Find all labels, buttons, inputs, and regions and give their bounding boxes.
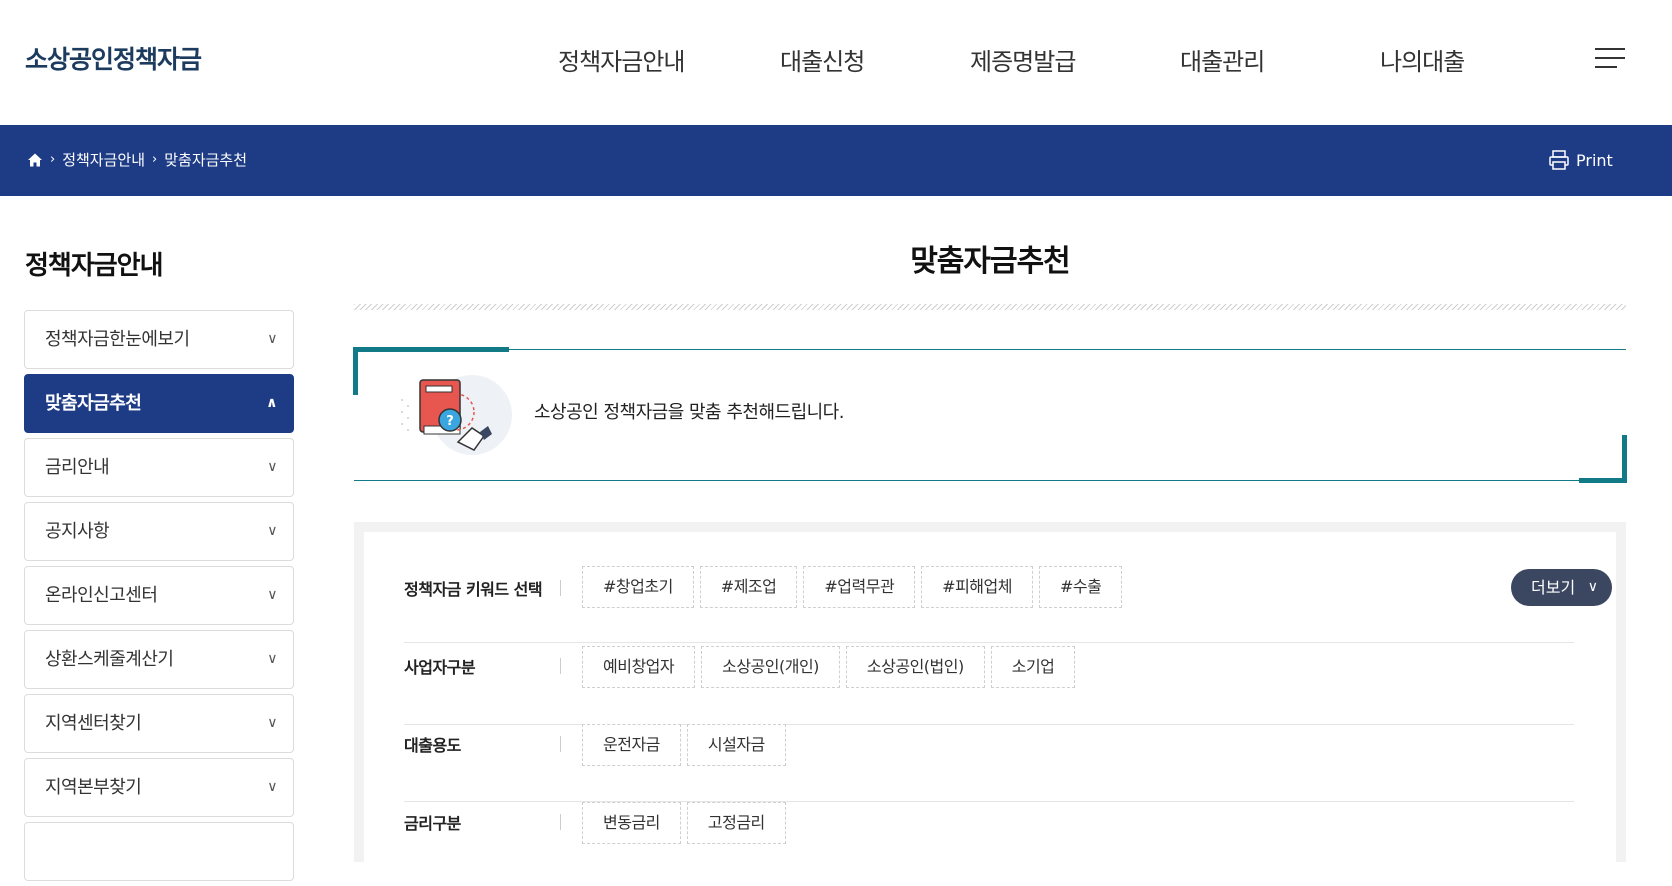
chevron-down-icon: ∨ (267, 779, 277, 795)
option-chip[interactable]: 고정금리 (686, 802, 786, 844)
chevron-down-icon: ∨ (267, 587, 277, 603)
option-chip[interactable]: 예비창업자 (582, 646, 696, 688)
title-divider (354, 304, 1626, 310)
chevron-right-icon: › (152, 152, 158, 167)
sidebar-item-repayment-calc[interactable]: 상환스케줄계산기 ∨ (24, 630, 294, 689)
page-title: 맞춤자금추천 (910, 244, 1071, 279)
chip-group: 예비창업자 소상공인(개인) 소상공인(법인) 소기업 (582, 646, 1081, 688)
sidebar-item-recommend[interactable]: 맞춤자금추천 ∧ (24, 374, 294, 433)
chip-group: 변동금리 고정금리 (582, 802, 792, 844)
chevron-right-icon: › (50, 152, 56, 167)
option-chip[interactable]: 시설자금 (686, 724, 786, 766)
sidebar-item-label: 맞춤자금추천 (45, 393, 142, 414)
nav-item-loan-manage[interactable]: 대출관리 (1180, 42, 1265, 77)
option-chip[interactable]: 운전자금 (582, 724, 681, 766)
chevron-down-icon: ∨ (1587, 579, 1598, 595)
chevron-down-icon: ∨ (267, 523, 277, 539)
sidebar-item-label: 지역센터찾기 (45, 713, 142, 734)
printer-icon (1549, 150, 1569, 170)
intro-text: 소상공인 정책자금을 맞춤 추천해드립니다. (534, 402, 844, 423)
filter-row-keywords: 정책자금 키워드 선택 #창업초기 #제조업 #업력무관 #피해업체 #수출 더… (404, 566, 1612, 643)
intro-box: ? 소상공인 정책자금을 맞춤 추천해드립니다. (353, 347, 1627, 483)
keyword-chip[interactable]: #수출 (1038, 566, 1123, 608)
keyword-chip[interactable]: #창업초기 (582, 566, 694, 608)
sidebar-item-label: 금리안내 (45, 457, 110, 478)
option-chip[interactable]: 소기업 (990, 646, 1076, 688)
chevron-down-icon: ∨ (267, 715, 277, 731)
filter-label: 금리구분 (404, 814, 461, 833)
chevron-down-icon: ∨ (267, 459, 277, 475)
sidebar-item-label: 지역본부찾기 (45, 777, 142, 798)
sidebar-item-report-center[interactable]: 온라인신고센터 ∨ (24, 566, 294, 625)
breadcrumb-item-policy-guide[interactable]: 정책자금안내 (62, 149, 145, 170)
option-chip[interactable]: 소상공인(법인) (845, 646, 985, 688)
nav-item-certificates[interactable]: 제증명발급 (970, 42, 1076, 77)
site-header: 소상공인정책자금 정책자금안내 대출신청 제증명발급 대출관리 나의대출 (0, 0, 1672, 125)
nav-item-my-loan[interactable]: 나의대출 (1380, 42, 1465, 77)
sidebar-item-label: 공지사항 (45, 521, 110, 542)
sidebar-item-label: 정책자금한눈에보기 (45, 329, 190, 350)
chip-group: #창업초기 #제조업 #업력무관 #피해업체 #수출 (582, 566, 1128, 608)
breadcrumb-item-current: 맞춤자금추천 (164, 151, 248, 169)
option-chip[interactable]: 소상공인(개인) (701, 646, 840, 688)
more-button[interactable]: 더보기 ∨ (1511, 569, 1612, 606)
nav-item-policy-guide[interactable]: 정책자금안내 (558, 42, 685, 77)
sidebar-menu: 정책자금한눈에보기 ∨ 맞춤자금추천 ∧ 금리안내 ∨ 공지사항 ∨ 온라인신고… (24, 310, 294, 886)
print-button[interactable]: Print (1548, 149, 1613, 171)
more-label: 더보기 (1531, 578, 1576, 597)
svg-text:?: ? (446, 414, 454, 429)
filter-panel: 정책자금 키워드 선택 #창업초기 #제조업 #업력무관 #피해업체 #수출 더… (354, 522, 1626, 862)
sidebar-item-next[interactable] (24, 822, 294, 881)
keyword-chip[interactable]: #피해업체 (921, 566, 1033, 608)
filter-row-loan-purpose: 대출용도 운전자금 시설자금 (404, 724, 1574, 802)
chip-group: 운전자금 시설자금 (582, 724, 792, 766)
menu-icon[interactable] (1595, 48, 1625, 72)
option-chip[interactable]: 변동금리 (582, 802, 681, 844)
chevron-down-icon: ∨ (267, 331, 277, 347)
breadcrumb-bar: › 정책자금안내 › 맞춤자금추천 Print (0, 125, 1672, 196)
filter-row-business-type: 사업자구분 예비창업자 소상공인(개인) 소상공인(법인) 소기업 (404, 646, 1574, 725)
sidebar-item-find-center[interactable]: 지역센터찾기 ∨ (24, 694, 294, 753)
corner-accent (1579, 435, 1627, 483)
filter-label: 정책자금 키워드 선택 (404, 580, 543, 599)
sidebar-item-rates[interactable]: 금리안내 ∨ (24, 438, 294, 497)
sidebar-item-label: 상환스케줄계산기 (45, 649, 174, 670)
sidebar-title: 정책자금안내 (25, 251, 164, 281)
filter-row-rate-type: 금리구분 변동금리 고정금리 (404, 802, 1574, 870)
filter-label: 사업자구분 (404, 658, 476, 677)
sidebar-item-label: 온라인신고센터 (45, 585, 158, 606)
nav-item-loan-apply[interactable]: 대출신청 (780, 42, 865, 77)
site-logo[interactable]: 소상공인정책자금 (25, 40, 202, 76)
breadcrumb: › 정책자금안내 › 맞춤자금추천 (27, 149, 247, 170)
fund-recommend-illustration: ? (401, 375, 512, 455)
print-label: Print (1576, 150, 1613, 170)
filter-box: 정책자금 키워드 선택 #창업초기 #제조업 #업력무관 #피해업체 #수출 더… (364, 532, 1616, 862)
sidebar-item-overview[interactable]: 정책자금한눈에보기 ∨ (24, 310, 294, 369)
keyword-chip[interactable]: #업력무관 (803, 566, 916, 608)
chevron-down-icon: ∨ (267, 651, 277, 667)
sidebar-item-notices[interactable]: 공지사항 ∨ (24, 502, 294, 561)
chevron-up-icon: ∧ (266, 395, 277, 411)
sidebar-item-find-hq[interactable]: 지역본부찾기 ∨ (24, 758, 294, 817)
filter-label: 대출용도 (404, 736, 461, 755)
home-icon[interactable] (27, 152, 43, 168)
keyword-chip[interactable]: #제조업 (699, 566, 798, 608)
